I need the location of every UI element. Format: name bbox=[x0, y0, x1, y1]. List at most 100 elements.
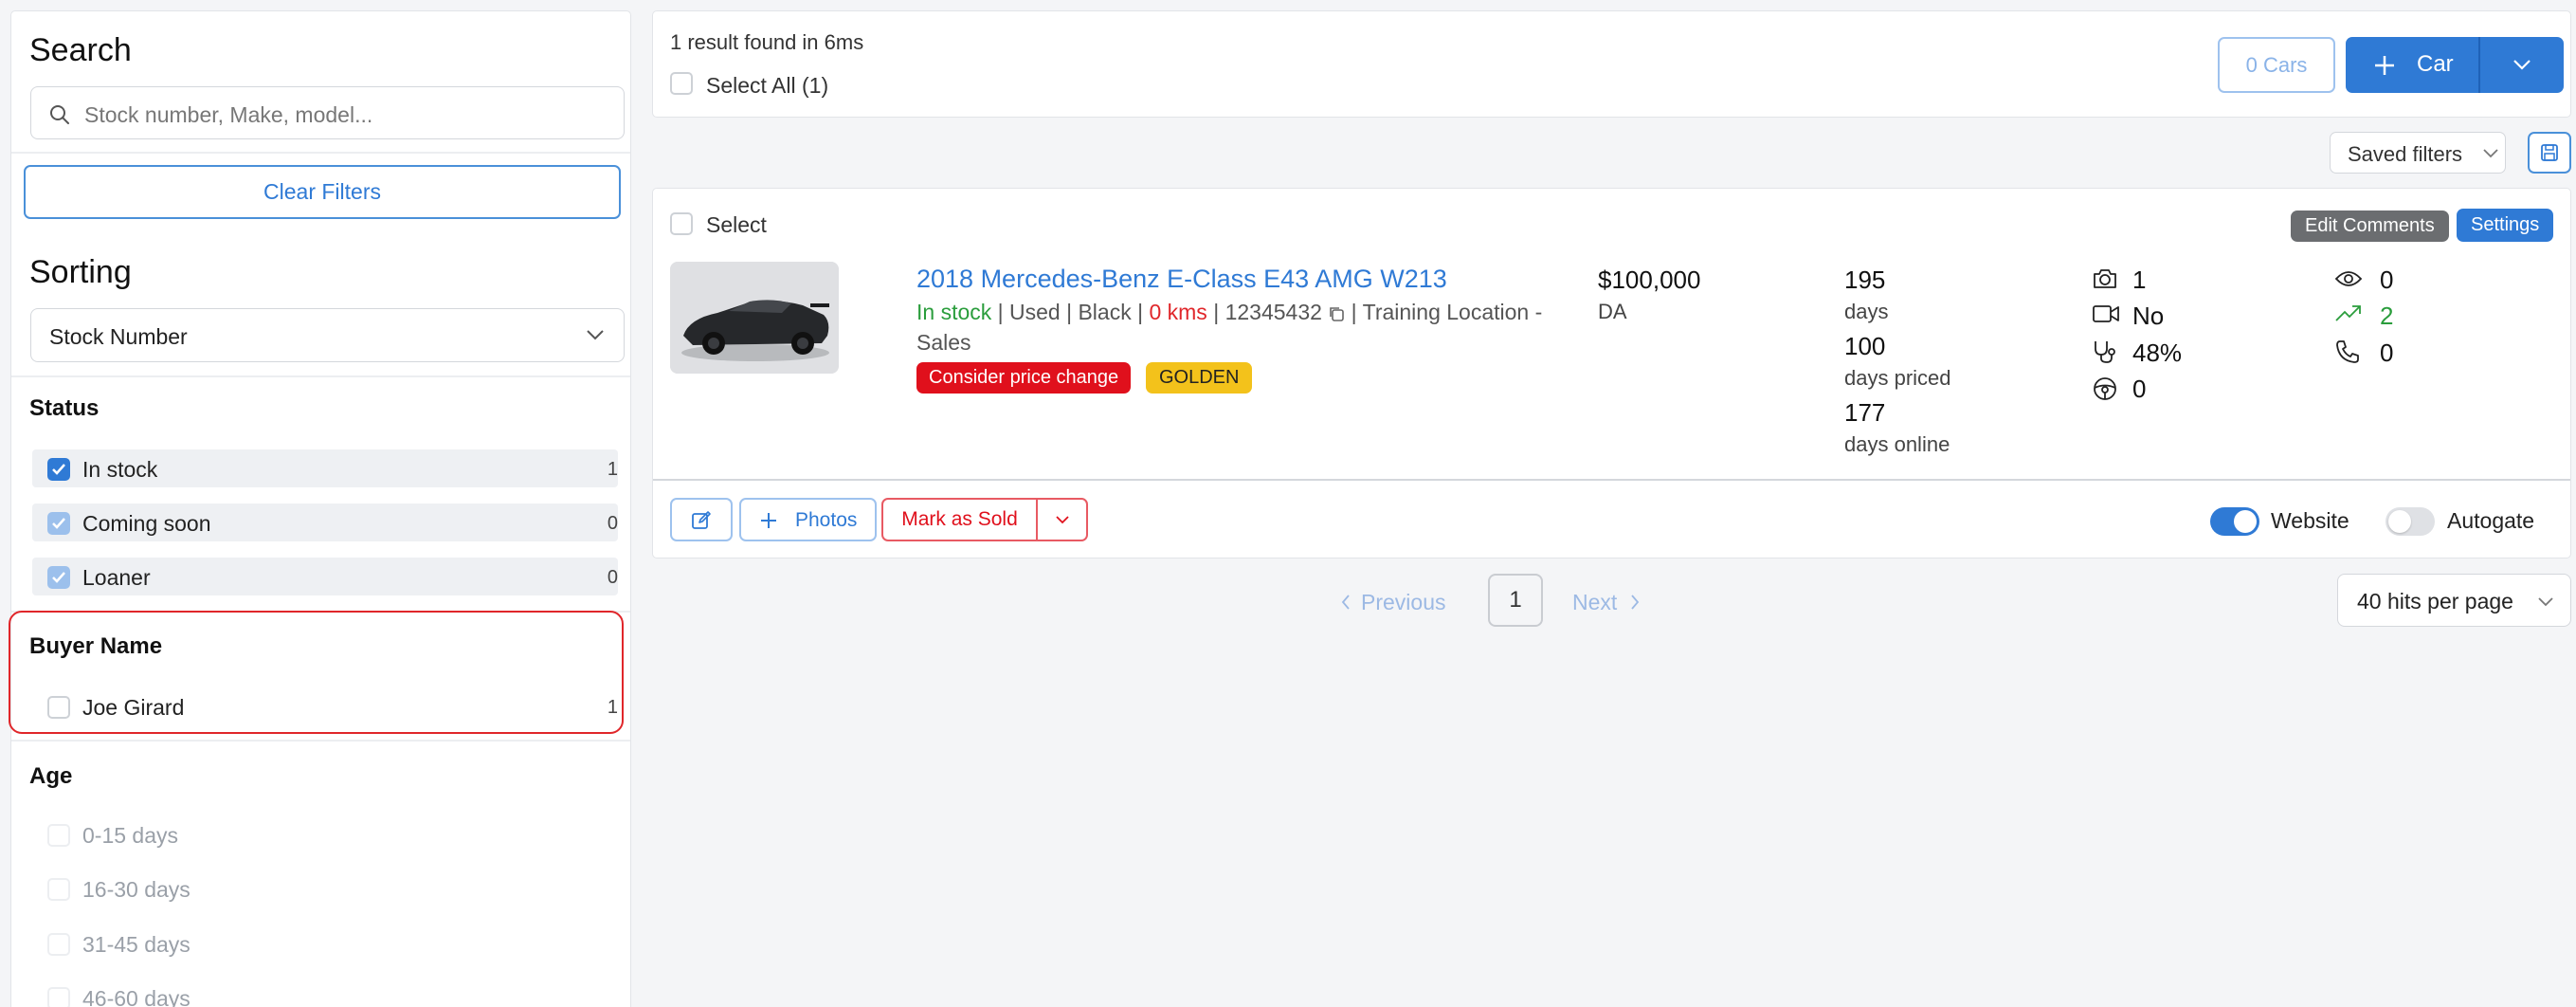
age-filter-16-30[interactable]: 16-30 days bbox=[32, 870, 618, 907]
days-priced-value: 100 bbox=[1844, 332, 1886, 360]
search-input[interactable]: Stock number, Make, model... bbox=[30, 86, 625, 139]
health-value: 48% bbox=[2132, 339, 2183, 367]
search-icon bbox=[48, 103, 71, 126]
eye-icon bbox=[2334, 268, 2363, 289]
plus-icon bbox=[759, 511, 778, 530]
copy-icon[interactable] bbox=[1328, 305, 1345, 322]
sort-value: Stock Number bbox=[49, 324, 188, 349]
golden-badge: GOLDEN bbox=[1146, 362, 1253, 394]
checkbox[interactable] bbox=[47, 566, 70, 589]
select-all-checkbox[interactable] bbox=[670, 72, 693, 95]
checkbox[interactable] bbox=[47, 824, 70, 847]
filter-label: 16-30 days bbox=[82, 877, 190, 902]
clear-filters-button[interactable]: Clear Filters bbox=[24, 165, 621, 219]
edit-icon bbox=[691, 510, 712, 531]
add-car-button[interactable]: Car bbox=[2346, 37, 2478, 93]
phone-icon bbox=[2334, 339, 2361, 365]
hits-per-page-select[interactable]: 40 hits per page bbox=[2337, 574, 2571, 627]
video-icon bbox=[2092, 303, 2120, 324]
select-listing-checkbox[interactable] bbox=[670, 212, 693, 235]
edit-listing-button[interactable] bbox=[670, 498, 733, 541]
mark-as-sold-button[interactable]: Mark as Sold bbox=[883, 500, 1036, 540]
saved-filters-label: Saved filters bbox=[2348, 142, 2463, 166]
sorting-title: Sorting bbox=[29, 254, 132, 290]
chevron-down-icon bbox=[2482, 148, 2499, 159]
days-priced-label: days priced bbox=[1844, 366, 1951, 390]
current-page[interactable]: 1 bbox=[1488, 574, 1543, 627]
chevron-right-icon bbox=[1629, 594, 1641, 611]
mark-sold-dropdown-button[interactable] bbox=[1038, 500, 1086, 540]
location-cont: Sales bbox=[916, 330, 971, 355]
saved-filters-select[interactable]: Saved filters bbox=[2330, 132, 2506, 174]
search-title: Search bbox=[29, 32, 132, 68]
age-filter-46-60[interactable]: 46-60 days bbox=[32, 979, 618, 1007]
select-listing-label: Select bbox=[706, 212, 767, 237]
checkbox[interactable] bbox=[47, 987, 70, 1007]
listing-title[interactable]: 2018 Mercedes-Benz E-Class E43 AMG W213 bbox=[916, 265, 1447, 294]
filters-sidebar: Search Stock number, Make, model... Clea… bbox=[10, 10, 631, 1007]
checkbox[interactable] bbox=[47, 458, 70, 481]
filter-count: 1 bbox=[607, 459, 618, 480]
website-toggle[interactable] bbox=[2210, 507, 2259, 536]
add-car-label: Car bbox=[2417, 51, 2454, 77]
chevron-down-icon bbox=[2537, 596, 2554, 608]
days-online-value: 177 bbox=[1844, 398, 1886, 427]
photos-count: 1 bbox=[2132, 265, 2147, 294]
edit-comments-button[interactable]: Edit Comments bbox=[2291, 211, 2449, 242]
chevron-down-icon bbox=[1055, 515, 1070, 524]
checkbox[interactable] bbox=[47, 933, 70, 956]
toggle-knob bbox=[2234, 510, 2257, 533]
buyer-name-highlight bbox=[9, 611, 624, 734]
kms: 0 kms bbox=[1149, 300, 1207, 324]
mark-sold-button-group: Mark as Sold bbox=[881, 498, 1088, 541]
autogate-toggle[interactable] bbox=[2386, 507, 2435, 536]
days-online-label: days online bbox=[1844, 432, 1950, 456]
days-value: 195 bbox=[1844, 265, 1886, 294]
location: | Training Location - bbox=[1345, 300, 1543, 324]
results-count: 1 result found in 6ms bbox=[670, 30, 864, 54]
settings-button[interactable]: Settings bbox=[2457, 209, 2554, 242]
age-filter-31-45[interactable]: 31-45 days bbox=[32, 925, 618, 962]
toggle-knob bbox=[2388, 510, 2411, 533]
filter-label: 46-60 days bbox=[82, 986, 190, 1007]
photos-button-label: Photos bbox=[795, 509, 858, 531]
listing-specs: | Used | Black | bbox=[991, 300, 1150, 324]
previous-label: Previous bbox=[1361, 590, 1446, 614]
plus-icon bbox=[2372, 53, 2397, 78]
checkbox[interactable] bbox=[47, 512, 70, 535]
price-sub: DA bbox=[1598, 300, 1627, 323]
calls-count: 0 bbox=[2380, 339, 2394, 367]
checkbox[interactable] bbox=[47, 878, 70, 901]
status-title: Status bbox=[29, 395, 100, 421]
add-car-dropdown-button[interactable] bbox=[2480, 37, 2564, 93]
age-title: Age bbox=[29, 763, 73, 789]
status-filter-coming-soon[interactable]: Coming soon 0 bbox=[32, 504, 618, 541]
chevron-down-icon bbox=[2513, 58, 2531, 71]
website-label: Website bbox=[2271, 508, 2349, 533]
status-filter-in-stock[interactable]: In stock 1 bbox=[32, 449, 618, 487]
filter-label: Coming soon bbox=[82, 511, 211, 536]
listing-details: In stock | Used | Black | 0 kms | 123454… bbox=[916, 300, 1542, 325]
trend-value: 2 bbox=[2380, 302, 2394, 330]
chevron-left-icon bbox=[1340, 594, 1351, 611]
steering-wheel-icon bbox=[2092, 375, 2118, 402]
car-photo[interactable] bbox=[670, 262, 839, 374]
search-placeholder: Stock number, Make, model... bbox=[84, 102, 373, 127]
photos-button[interactable]: Photos bbox=[739, 498, 877, 541]
filter-count: 0 bbox=[607, 567, 618, 588]
trending-up-icon bbox=[2334, 303, 2363, 324]
status-filter-loaner[interactable]: Loaner 0 bbox=[32, 558, 618, 595]
filter-count: 0 bbox=[607, 513, 618, 534]
days-label: days bbox=[1844, 300, 1889, 323]
autogate-label: Autogate bbox=[2447, 508, 2535, 533]
age-filter-0-15[interactable]: 0-15 days bbox=[32, 815, 618, 853]
filter-label: Loaner bbox=[82, 565, 151, 590]
views-count: 0 bbox=[2380, 265, 2394, 294]
filter-label: 31-45 days bbox=[82, 932, 190, 957]
cars-count-button[interactable]: 0 Cars bbox=[2218, 37, 2335, 93]
save-filter-button[interactable] bbox=[2528, 132, 2571, 174]
hits-per-page-label: 40 hits per page bbox=[2357, 589, 2513, 613]
sort-select[interactable]: Stock Number bbox=[30, 308, 625, 362]
select-all-label: Select All (1) bbox=[706, 73, 829, 98]
stock-number: | 12345432 bbox=[1206, 300, 1329, 324]
